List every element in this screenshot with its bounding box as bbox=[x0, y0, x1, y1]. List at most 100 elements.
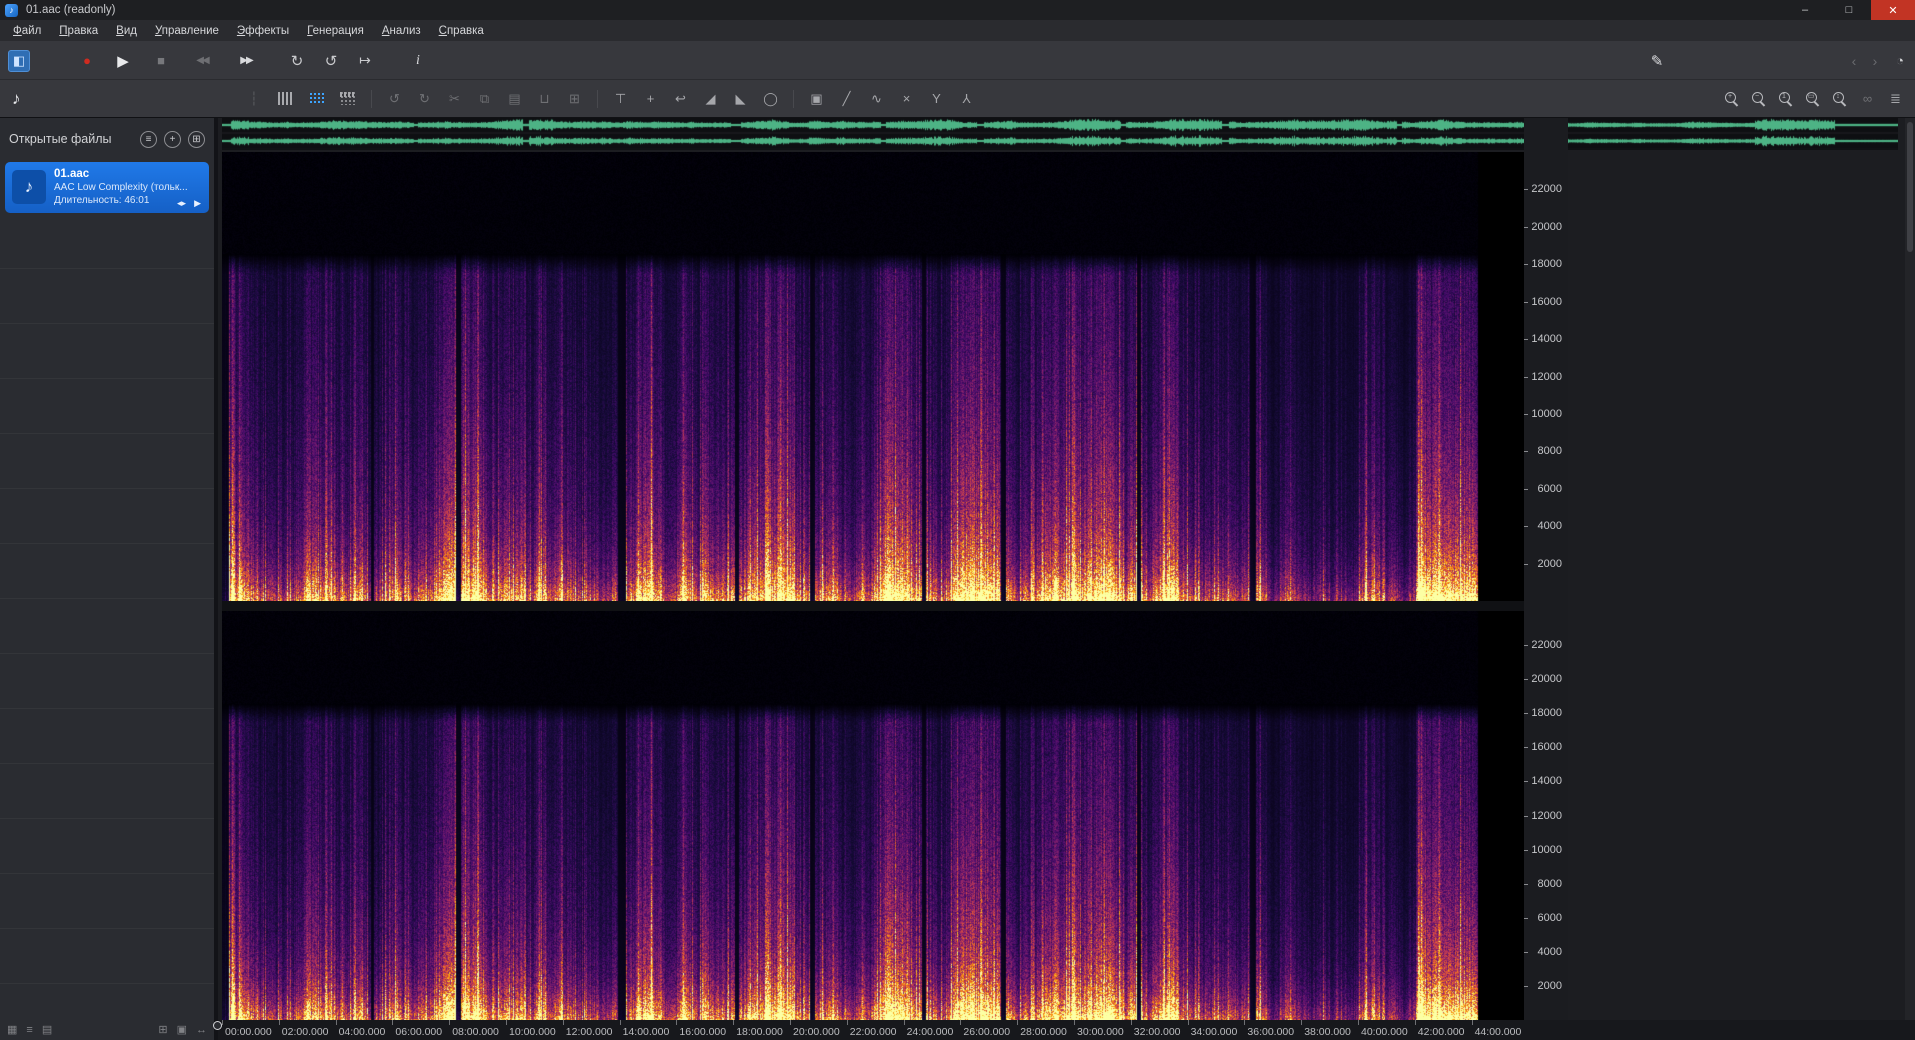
repeat-button[interactable]: ↺ bbox=[316, 41, 346, 80]
new-file-button[interactable]: ⊞ bbox=[188, 131, 205, 148]
zoom-out-button[interactable]: − bbox=[1752, 92, 1766, 106]
frequency-label: 6000 bbox=[1529, 483, 1562, 495]
maximize-button[interactable]: □ bbox=[1827, 0, 1871, 20]
expand-icon[interactable]: ↔ bbox=[196, 1020, 207, 1040]
history-forward-button[interactable]: › bbox=[1866, 41, 1884, 80]
zoom-vertical-button[interactable]: ↕ bbox=[1833, 92, 1847, 106]
play-button[interactable]: ▶ bbox=[108, 41, 138, 80]
split-channels-button[interactable]: Y bbox=[929, 89, 944, 109]
frequency-tick bbox=[1524, 339, 1528, 340]
curve-tool-button[interactable]: ∿ bbox=[869, 89, 884, 109]
info-button[interactable]: i bbox=[408, 41, 428, 80]
level-button[interactable]: ⊤ bbox=[613, 89, 628, 109]
timeline-label: 20:00.000 bbox=[793, 1026, 840, 1038]
file-list-row-separator bbox=[0, 433, 214, 434]
fade-out-button[interactable]: ◣ bbox=[733, 89, 748, 109]
file-play-icon[interactable]: ▶ bbox=[194, 198, 201, 209]
crossfade-button[interactable]: × bbox=[899, 89, 914, 109]
undo-button[interactable]: ↺ bbox=[387, 89, 402, 109]
toolbar-grip[interactable]: ┆ bbox=[250, 80, 258, 118]
combined-view-icon bbox=[340, 92, 356, 105]
frequency-tick bbox=[1524, 526, 1528, 527]
record-button[interactable]: ● bbox=[72, 41, 102, 80]
list-view-icon[interactable]: ▦ bbox=[7, 1020, 17, 1040]
menu-control[interactable]: Управление bbox=[146, 23, 228, 39]
app-icon: ♪ bbox=[5, 4, 18, 17]
menu-generate[interactable]: Генерация bbox=[298, 23, 373, 39]
zoom-selection-button[interactable]: ▭ bbox=[1806, 92, 1820, 106]
timeline-label: 42:00.000 bbox=[1418, 1026, 1465, 1038]
detail-view-icon[interactable]: ≡ bbox=[26, 1020, 32, 1040]
frequency-label: 2000 bbox=[1529, 558, 1562, 570]
waveform-overview[interactable] bbox=[222, 118, 1898, 150]
timeline-ruler[interactable]: 00:00.00002:00.00004:00.00006:00.00008:0… bbox=[218, 1020, 1915, 1040]
menu-analyze[interactable]: Анализ bbox=[373, 23, 430, 39]
playhead-marker[interactable] bbox=[213, 1021, 222, 1030]
rewind-button[interactable]: ◀◀ bbox=[182, 41, 222, 80]
timeline-tick bbox=[1358, 1020, 1359, 1025]
view-options-button[interactable]: ≣ bbox=[1888, 89, 1903, 109]
zoom-original-button[interactable]: 1 bbox=[1779, 92, 1793, 106]
frequency-tick bbox=[1524, 747, 1528, 748]
menu-edit[interactable]: Правка bbox=[50, 23, 107, 39]
paste-button[interactable]: ▤ bbox=[507, 89, 522, 109]
stop-button[interactable]: ■ bbox=[146, 41, 176, 80]
rows-view-icon[interactable]: ▤ bbox=[42, 1020, 52, 1040]
sidebar-toggle-button[interactable]: ◧ bbox=[6, 41, 32, 80]
overview-canvas[interactable] bbox=[222, 118, 1898, 148]
zoom-in-button[interactable]: + bbox=[1725, 92, 1739, 106]
timeline-label: 04:00.000 bbox=[339, 1026, 386, 1038]
spectrogram-channel-2[interactable] bbox=[222, 611, 1524, 1020]
redo-button[interactable]: ↻ bbox=[417, 89, 432, 109]
frequency-tick bbox=[1524, 952, 1528, 953]
frequency-tick bbox=[1524, 781, 1528, 782]
add-file-button[interactable]: + bbox=[164, 131, 181, 148]
history-back-button[interactable]: ‹ bbox=[1845, 41, 1863, 80]
loop-button[interactable]: ↻ bbox=[282, 41, 312, 80]
frequency-label: 16000 bbox=[1529, 296, 1562, 308]
timeline-tick bbox=[449, 1020, 450, 1025]
link-views-button[interactable]: ∞ bbox=[1860, 89, 1875, 109]
history-button[interactable]: ◔ bbox=[1889, 41, 1911, 80]
timeline-tick bbox=[336, 1020, 337, 1025]
filter-files-button[interactable]: ≡ bbox=[140, 131, 157, 148]
line-tool-button[interactable]: ╱ bbox=[839, 89, 854, 109]
fast-forward-button[interactable]: ▶▶ bbox=[226, 41, 266, 80]
timeline-label: 22:00.000 bbox=[850, 1026, 897, 1038]
file-list-row-separator bbox=[0, 818, 214, 819]
copy-button[interactable]: ⧉ bbox=[477, 89, 492, 109]
fade-in-button[interactable]: ◢ bbox=[703, 89, 718, 109]
edit-pen-icon[interactable]: ✎ bbox=[1644, 41, 1670, 80]
menu-effects[interactable]: Эффекты bbox=[228, 23, 298, 39]
scrollbar-handle[interactable] bbox=[1907, 122, 1913, 252]
timeline-tick bbox=[620, 1020, 621, 1025]
delete-button[interactable]: ⊔ bbox=[537, 89, 552, 109]
view-combined-button[interactable] bbox=[340, 89, 356, 109]
cut-button[interactable]: ✂ bbox=[447, 89, 462, 109]
frequency-label: 8000 bbox=[1529, 445, 1562, 457]
frequency-tick bbox=[1524, 489, 1528, 490]
file-list-row-separator bbox=[0, 873, 214, 874]
menu-view[interactable]: Вид bbox=[107, 23, 146, 39]
trim-button[interactable]: ⊞ bbox=[567, 89, 582, 109]
close-button[interactable]: ✕ bbox=[1871, 0, 1915, 20]
reverse-button[interactable]: ↩ bbox=[673, 89, 688, 109]
file-loop-icon[interactable]: ◂▸ bbox=[177, 198, 186, 209]
spectrogram-channel-1[interactable] bbox=[222, 152, 1524, 601]
menu-file[interactable]: Файл bbox=[4, 23, 50, 39]
thumbnail-icon[interactable]: ▣ bbox=[177, 1020, 187, 1040]
merge-channels-button[interactable]: Y bbox=[959, 89, 974, 109]
mix-button[interactable]: + bbox=[643, 89, 658, 109]
goto-marker-button[interactable]: ↦ bbox=[350, 41, 380, 80]
file-item-01aac[interactable]: ♪ 01.aac AAC Low Complexity (тольк... Дл… bbox=[5, 162, 209, 213]
duplicate-view-icon[interactable]: ⊞ bbox=[158, 1020, 167, 1040]
loop-region-button[interactable]: ◯ bbox=[763, 89, 778, 109]
view-waveform-button[interactable] bbox=[278, 89, 294, 109]
view-spectrogram-button[interactable] bbox=[309, 89, 325, 109]
minimize-button[interactable]: – bbox=[1783, 0, 1827, 20]
region-button[interactable]: ▣ bbox=[809, 89, 824, 109]
vertical-scrollbar[interactable] bbox=[1905, 118, 1915, 1020]
timeline-label: 12:00.000 bbox=[566, 1026, 613, 1038]
menu-help[interactable]: Справка bbox=[430, 23, 493, 39]
file-name: 01.aac bbox=[54, 168, 202, 180]
